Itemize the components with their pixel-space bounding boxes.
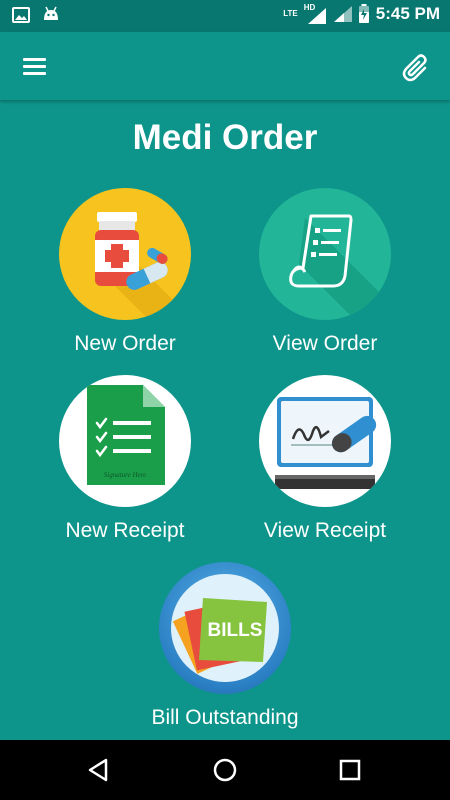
battery-icon — [358, 4, 369, 23]
home-icon — [213, 758, 237, 782]
app-bar — [0, 32, 450, 100]
new-order-tile[interactable]: New Order — [30, 188, 220, 356]
network-type: LTE — [283, 10, 298, 18]
signal-secondary-icon — [333, 6, 352, 22]
status-left-icons — [12, 6, 60, 24]
bill-outstanding-circle: BILLS — [159, 562, 291, 694]
bill-outstanding-label: Bill Outstanding — [151, 706, 299, 729]
back-icon — [88, 758, 108, 782]
new-order-label: New Order — [74, 332, 176, 355]
medicine-bottle-icon — [95, 212, 191, 320]
signature-here-text: Signature Here — [104, 471, 146, 479]
back-button[interactable] — [84, 755, 114, 785]
bills-badge-text: BILLS — [208, 620, 263, 641]
bills-icon: BILLS — [171, 574, 279, 682]
prescription-scroll-icon — [289, 214, 391, 320]
new-receipt-label: New Receipt — [65, 519, 185, 542]
attach-button[interactable] — [400, 50, 434, 84]
hamburger-menu-icon — [23, 58, 46, 75]
recents-icon — [339, 759, 361, 781]
lte-label: LTE — [283, 9, 298, 18]
view-receipt-circle — [259, 375, 391, 507]
view-receipt-label: View Receipt — [263, 519, 387, 542]
status-time: 5:45 PM — [375, 4, 440, 23]
view-order-circle — [259, 188, 391, 320]
status-bar: LTE HD 5:45 PM — [0, 0, 450, 32]
home-button[interactable] — [210, 755, 240, 785]
signal-icon — [307, 8, 326, 24]
view-order-tile[interactable]: View Order — [230, 188, 420, 356]
bill-outstanding-tile[interactable]: BILLS Bill Outstanding — [130, 562, 320, 730]
status-right-icons: LTE HD 5:45 PM — [283, 4, 440, 24]
new-order-circle — [59, 188, 191, 320]
hamburger-menu-button[interactable] — [20, 52, 50, 80]
recents-button[interactable] — [335, 755, 365, 785]
navigation-bar — [0, 740, 450, 800]
paperclip-icon — [402, 54, 427, 82]
android-icon — [44, 6, 58, 20]
new-receipt-tile[interactable]: Signature Here New Receipt — [30, 375, 220, 543]
image-icon — [12, 7, 30, 23]
page-title: Medi Order — [132, 118, 318, 157]
new-receipt-circle: Signature Here — [59, 375, 191, 507]
checklist-document-icon: Signature Here — [87, 385, 165, 485]
hd-signal: HD — [304, 4, 328, 24]
signed-receipt-icon — [275, 397, 377, 489]
view-order-label: View Order — [272, 332, 378, 355]
view-receipt-tile[interactable]: View Receipt — [230, 375, 420, 543]
